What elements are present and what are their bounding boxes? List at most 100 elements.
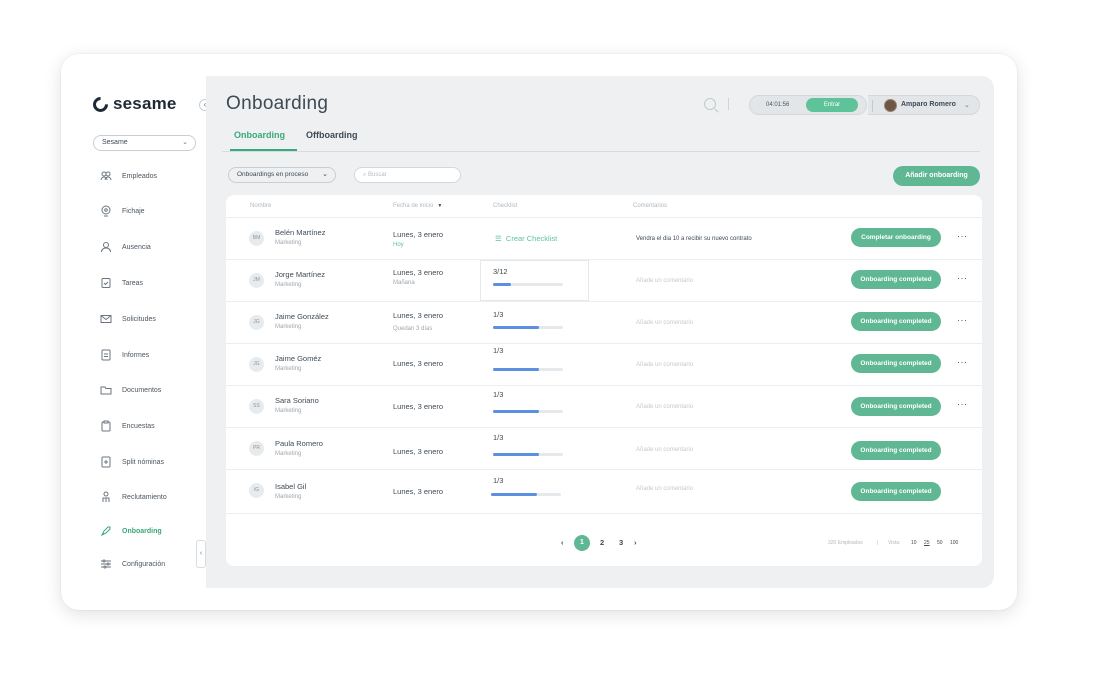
sidebar-item-fichaje[interactable]: Fichaje: [82, 201, 206, 221]
sidebar-item-label: Reclutamiento: [122, 493, 167, 501]
user-menu[interactable]: Amparo Romero ⌄: [868, 95, 980, 115]
onboarding-completed-button[interactable]: Onboarding completed: [851, 397, 941, 416]
sidebar-item-tareas[interactable]: Tareas: [82, 273, 206, 293]
status-filter-select[interactable]: Onboardings en proceso ⌄: [228, 167, 336, 183]
sesame-logo-icon: [89, 93, 112, 115]
more-options-icon[interactable]: ···: [957, 273, 968, 283]
sidebar-item-label: Encuestas: [122, 422, 155, 430]
start-date-relative: Hoy: [393, 242, 404, 248]
column-header-start-date[interactable]: Fecha de inicio ▼: [393, 203, 442, 209]
page-size-100[interactable]: 100: [950, 540, 958, 546]
sidebar-item-empleados[interactable]: Empleados: [82, 166, 206, 186]
comment-input[interactable]: Añade un comentario: [636, 404, 693, 410]
sidebar-item-solicitudes[interactable]: Solicitudes: [82, 309, 206, 329]
search-placeholder: Buscar: [368, 172, 387, 178]
sidebar-item-informes[interactable]: Informes: [82, 345, 206, 365]
checklist-progress-fill: [493, 326, 539, 329]
create-checklist-link[interactable]: ☰ Crear Checklist: [495, 234, 557, 243]
onboarding-completed-button[interactable]: Onboarding completed: [851, 441, 941, 460]
add-onboarding-button[interactable]: Añadir onboarding: [893, 166, 980, 186]
onboarding-completed-button[interactable]: Onboarding completed: [851, 354, 941, 373]
comment-input[interactable]: Añade un comentario: [636, 447, 693, 453]
checklist-progress-fill: [491, 493, 537, 496]
employee-name[interactable]: Jaime Goméz: [275, 354, 321, 363]
page-2[interactable]: 2: [600, 538, 604, 547]
comment-input[interactable]: Añade un comentario: [636, 362, 693, 368]
checklist-progress-text: 3/12: [493, 267, 508, 276]
sidebar-item-encuestas[interactable]: Encuestas: [82, 416, 206, 436]
avatar: JG: [249, 315, 264, 330]
comment-input[interactable]: Añade un comentario: [636, 278, 693, 284]
sidebar-item-configuracion[interactable]: Configuración: [82, 554, 206, 574]
company-select[interactable]: Sesame ⌄: [93, 135, 196, 151]
table-row[interactable]: SS Sara Soriano Marketing Lunes, 3 enero…: [226, 386, 982, 428]
comment-input[interactable]: Añade un comentario: [636, 486, 693, 492]
next-page-icon[interactable]: ›: [634, 538, 637, 547]
sort-down-icon[interactable]: ▼: [437, 203, 442, 209]
sidebar-item-label: Fichaje: [122, 207, 145, 215]
tab-offboarding[interactable]: Offboarding: [306, 130, 358, 140]
employee-name[interactable]: Sara Soriano: [275, 396, 319, 405]
more-options-icon[interactable]: ···: [957, 399, 968, 409]
sidebar-item-documentos[interactable]: Documentos: [82, 380, 206, 400]
sidebar-item-label: Empleados: [122, 172, 158, 180]
page-3[interactable]: 3: [619, 538, 623, 547]
search-input[interactable]: ⌕ Buscar: [354, 167, 461, 183]
page-1[interactable]: 1: [574, 535, 590, 551]
sidebar-item-split-nominas[interactable]: Split nóminas: [82, 452, 206, 472]
sidebar-toggle-handle[interactable]: ‹: [196, 540, 206, 568]
enter-button[interactable]: Entrar: [806, 98, 858, 112]
sidebar-item-label: Onboarding: [122, 527, 162, 535]
page-size-50[interactable]: 50: [937, 540, 943, 546]
onboarding-completed-button[interactable]: Onboarding completed: [851, 312, 941, 331]
more-options-icon[interactable]: ···: [957, 315, 968, 325]
table-row[interactable]: JG Jaime Goméz Marketing Lunes, 3 enero …: [226, 344, 982, 386]
sidebar-item-label: Solicitudes: [122, 315, 156, 323]
recruit-icon: [100, 491, 112, 503]
prev-page-icon[interactable]: ‹: [561, 538, 564, 547]
logo[interactable]: sesame: [89, 93, 177, 115]
column-header-name[interactable]: Nombre: [250, 203, 271, 209]
comment-text[interactable]: Vendra el dia 10 a recibir su nuevo cont…: [636, 236, 752, 242]
employee-name[interactable]: Jorge Martínez: [275, 270, 325, 279]
checklist-progress-bar: [491, 493, 561, 496]
rocket-icon: [100, 525, 112, 537]
sidebar-item-label: Documentos: [122, 386, 162, 394]
table-row[interactable]: BM Belén Martínez Marketing Lunes, 3 ene…: [226, 218, 982, 260]
avatar: BM: [249, 231, 264, 246]
complete-onboarding-button[interactable]: Completar onboarding: [851, 228, 941, 247]
start-date-relative: Quedan 3 días: [393, 326, 433, 332]
clipboard-icon: [100, 420, 112, 432]
table-row[interactable]: JG Jaime González Marketing Lunes, 3 ene…: [226, 302, 982, 344]
sidebar-item-reclutamiento[interactable]: Reclutamiento: [82, 487, 206, 507]
employee-name[interactable]: Jaime González: [275, 312, 329, 321]
employee-name[interactable]: Paula Romero: [275, 439, 323, 448]
column-header-comments[interactable]: Comentarios: [633, 203, 667, 209]
more-options-icon[interactable]: ···: [957, 231, 968, 241]
tab-onboarding[interactable]: Onboarding: [234, 130, 285, 140]
tab-bar: Onboarding Offboarding: [222, 128, 980, 152]
table-row[interactable]: IG Isabel Gil Marketing Lunes, 3 enero 1…: [226, 470, 982, 514]
page-size-25[interactable]: 25: [924, 540, 930, 546]
onboarding-completed-button[interactable]: Onboarding completed: [851, 482, 941, 501]
employee-department: Marketing: [275, 240, 302, 246]
search-icon[interactable]: [704, 98, 716, 110]
avatar: JG: [249, 357, 264, 372]
comment-input[interactable]: Añade un comentario: [636, 320, 693, 326]
user-name: Amparo Romero: [901, 101, 956, 108]
employee-name[interactable]: Belén Martínez: [275, 228, 325, 237]
mail-icon: [100, 313, 112, 325]
sidebar-item-ausencia[interactable]: Ausencia: [82, 237, 206, 257]
employee-name[interactable]: Isabel Gil: [275, 482, 306, 491]
brand-name: sesame: [113, 94, 177, 113]
employee-department: Marketing: [275, 282, 302, 288]
onboarding-completed-button[interactable]: Onboarding completed: [851, 270, 941, 289]
column-header-checklist[interactable]: Checklist: [493, 203, 517, 209]
clock-time: 04:01:56: [766, 102, 790, 108]
table-row[interactable]: PR Paula Romero Marketing Lunes, 3 enero…: [226, 428, 982, 470]
search-icon: ⌕: [363, 172, 367, 178]
sidebar-item-onboarding[interactable]: Onboarding: [82, 521, 206, 541]
more-options-icon[interactable]: ···: [957, 357, 968, 367]
page-size-10[interactable]: 10: [911, 540, 917, 546]
table-row[interactable]: JM Jorge Martínez Marketing Lunes, 3 ene…: [226, 260, 982, 302]
